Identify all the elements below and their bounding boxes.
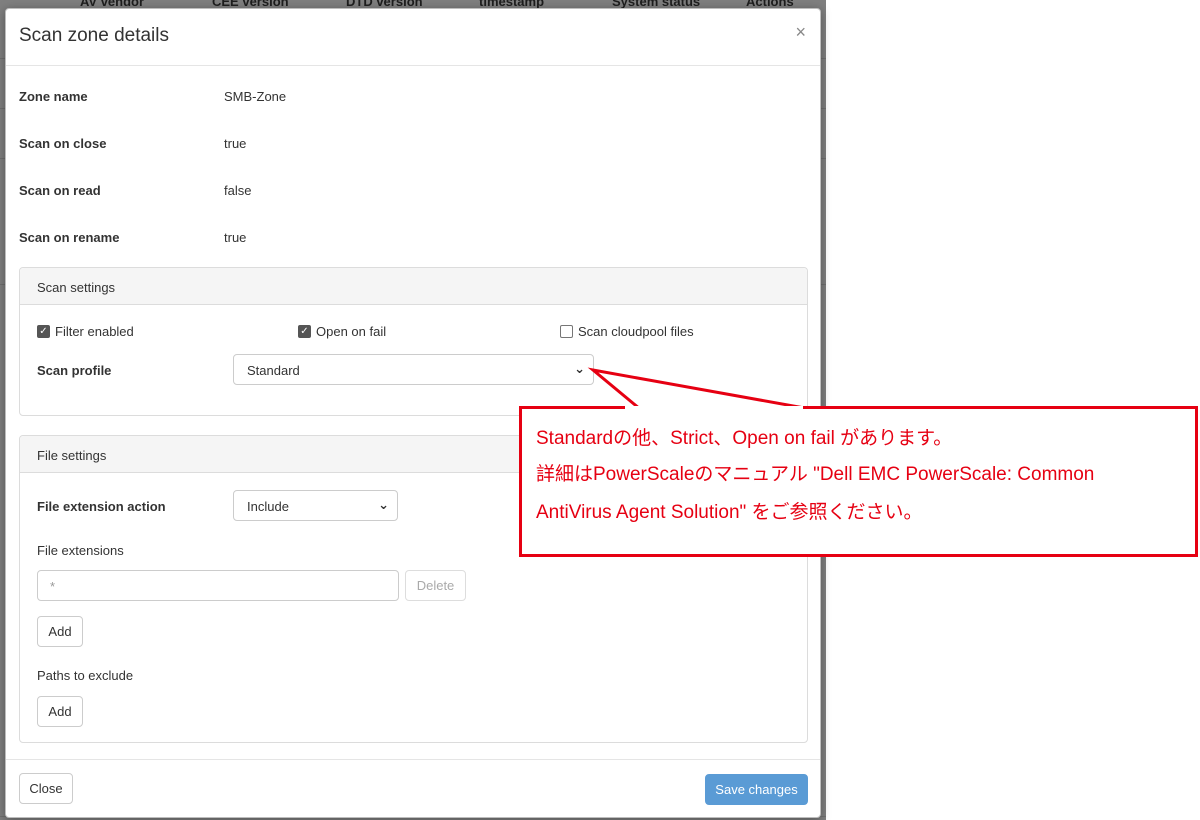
paths-to-exclude-label: Paths to exclude [37,668,134,683]
scan-on-rename-value: true [224,230,247,245]
file-extensions-label: File extensions [37,543,124,558]
close-button[interactable]: Close [19,773,73,804]
zone-name-label: Zone name [19,89,88,104]
checkbox-checked-icon[interactable]: ✓ [298,325,311,338]
open-on-fail-checkbox[interactable]: ✓ Open on fail [298,324,386,339]
scan-profile-label: Scan profile [37,363,112,378]
filter-enabled-checkbox[interactable]: ✓ Filter enabled [37,324,134,339]
filter-enabled-label: Filter enabled [55,324,134,339]
scan-on-read-row: Scan on read false [19,183,419,201]
save-changes-button[interactable]: Save changes [705,774,808,805]
callout-arrow [587,367,811,411]
scan-on-read-value: false [224,183,252,198]
modal-title: Scan zone details [19,25,169,46]
scan-on-read-label: Scan on read [19,183,101,198]
add-extension-button[interactable]: Add [37,616,83,647]
chevron-down-icon: ⌄ [378,497,389,512]
file-extension-input[interactable]: * [37,570,399,601]
scan-cloudpool-label: Scan cloudpool files [578,324,694,339]
file-extension-action-label: File extension action [37,499,166,514]
callout-joint-mask [625,406,803,409]
callout-line-3: AntiVirus Agent Solution" をご参照ください。 [536,502,923,523]
file-extension-action-value: Include [247,499,289,514]
callout-line-1: Standardの他、Strict、Open on fail があります。 [536,428,953,449]
modal-header: Scan zone details × [6,9,820,66]
scan-profile-value: Standard [247,363,300,378]
callout-annotation: Standardの他、Strict、Open on fail があります。 詳細… [519,406,1198,557]
zone-name-row: Zone name SMB-Zone [19,89,419,107]
scan-on-close-label: Scan on close [19,136,107,151]
scan-on-rename-label: Scan on rename [19,230,120,245]
scan-on-close-row: Scan on close true [19,136,419,154]
file-extension-action-select[interactable]: Include ⌄ [233,490,398,521]
scan-on-close-value: true [224,136,247,151]
add-path-button[interactable]: Add [37,696,83,727]
delete-extension-button[interactable]: Delete [405,570,466,601]
callout-line-2: 詳細はPowerScaleのマニュアル "Dell EMC PowerScale… [536,464,1095,485]
zone-name-value: SMB-Zone [224,89,287,104]
scan-settings-heading: Scan settings [20,268,807,305]
close-icon[interactable]: × [795,23,806,41]
open-on-fail-label: Open on fail [316,324,387,339]
scan-on-rename-row: Scan on rename true [19,230,419,248]
modal-footer-divider [6,759,820,760]
scan-profile-select[interactable]: Standard ⌄ [233,354,594,385]
checkbox-unchecked-icon[interactable] [560,325,573,338]
checkbox-checked-icon[interactable]: ✓ [37,325,50,338]
scan-cloudpool-checkbox[interactable]: Scan cloudpool files [560,324,694,339]
